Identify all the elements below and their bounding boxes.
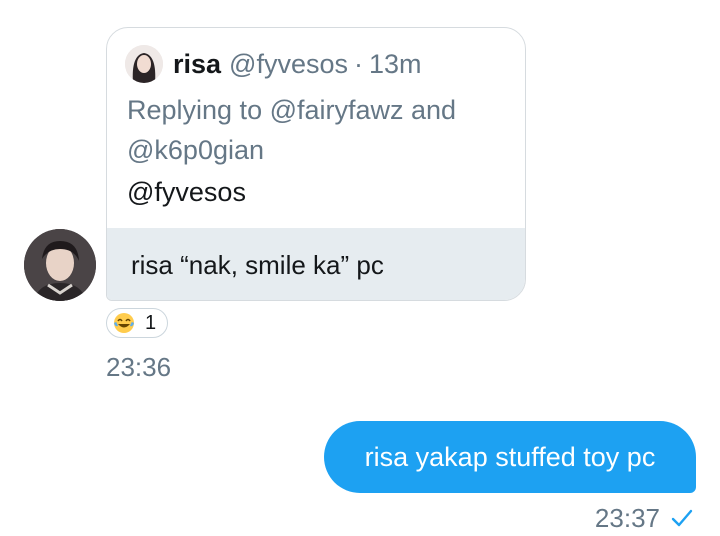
quoted-tweet-body[interactable]: @fyvesos [127, 172, 246, 212]
separator-dot: · [354, 48, 363, 79]
reaction-count: 1 [145, 311, 157, 334]
quoted-tweet-card[interactable]: risa @fyvesos · 13m Replying to @fairyfa… [106, 27, 526, 301]
quoted-author-avatar[interactable] [125, 45, 163, 83]
quoted-tweet-header: risa @fyvesos · 13m [125, 44, 422, 84]
sent-timestamp: 23:37 [594, 503, 660, 533]
replying-to-text[interactable]: Replying to @fairyfawz and @k6p0gian [127, 90, 517, 170]
person-avatar-icon [125, 45, 163, 83]
received-message-bubble[interactable]: risa “nak, smile ka” pc [107, 228, 525, 300]
face-with-tears-of-joy-icon [114, 313, 134, 333]
received-message-text: risa “nak, smile ka” pc [131, 249, 384, 280]
sender-avatar[interactable] [24, 229, 96, 301]
check-icon [671, 509, 693, 527]
quoted-author-name[interactable]: risa [173, 49, 221, 80]
person-avatar-icon [24, 229, 96, 301]
quoted-author-handle[interactable]: @fyvesos [229, 49, 348, 80]
sent-message-text: risa yakap stuffed toy pc [364, 441, 656, 472]
quoted-tweet-time[interactable]: 13m [369, 49, 422, 80]
sent-message-bubble[interactable]: risa yakap stuffed toy pc [324, 421, 696, 493]
reaction-badge[interactable]: 1 [106, 308, 168, 338]
received-timestamp: 23:36 [106, 352, 172, 382]
